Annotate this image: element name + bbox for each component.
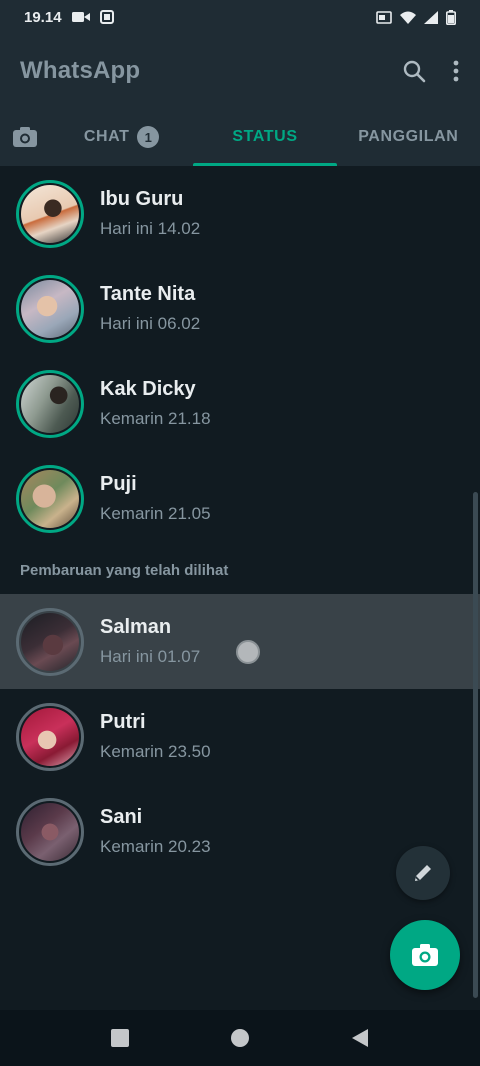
text-status-button[interactable] [396,846,450,900]
cast-icon [376,10,392,24]
battery-icon [446,9,456,25]
status-time: Hari ini 14.02 [100,219,201,238]
wifi-icon [400,11,416,24]
seen-status-ring [16,607,84,676]
avatar [21,184,79,243]
tab-calls[interactable]: PANGGILAN [337,108,480,166]
avatar [21,802,79,861]
status-row-putri[interactable]: Putri Kemarin 23.50 [0,689,480,784]
camera-icon [412,944,438,966]
app-title: WhatsApp [20,57,141,84]
status-row-ibu-guru[interactable]: Ibu Guru Hari ini 14.02 [0,166,480,261]
tab-bar: CHAT 1 STATUS PANGGILAN [0,108,480,166]
status-time: Kemarin 21.05 [100,504,211,523]
recent-apps-icon[interactable] [110,1028,130,1048]
unseen-status-ring [16,464,84,533]
seen-status-ring [16,702,84,771]
home-icon[interactable] [230,1028,250,1048]
status-time: Hari ini 01.07 [100,647,201,666]
clock: 19.14 [24,8,62,26]
status-row-puji[interactable]: Puji Kemarin 21.05 [0,451,480,546]
avatar [21,469,79,528]
viewed-updates-header: Pembaruan yang telah dilihat [20,561,229,579]
system-status-bar: 19.14 [0,0,480,34]
scrollbar[interactable] [473,492,478,998]
avatar [21,612,79,671]
contact-name: Putri [100,711,146,733]
status-time: Hari ini 06.02 [100,314,201,333]
tab-status-label: STATUS [232,128,298,145]
tab-chat[interactable]: CHAT 1 [50,108,193,166]
system-navigation-bar [0,1010,480,1066]
status-time: Kemarin 23.50 [100,742,211,761]
status-row-kak-dicky[interactable]: Kak Dicky Kemarin 21.18 [0,356,480,451]
pencil-icon [415,865,431,881]
touch-indicator [236,640,260,664]
signal-icon [424,10,438,24]
avatar [21,374,79,433]
back-icon[interactable] [350,1028,370,1048]
status-list: Ibu Guru Hari ini 14.02 Tante Nita Hari … [0,166,480,879]
tab-status[interactable]: STATUS [193,108,337,166]
tab-chat-label: CHAT [83,128,130,145]
unread-badge: 1 [137,126,160,148]
status-time: Kemarin 21.18 [100,409,211,428]
contact-name: Tante Nita [100,283,196,305]
status-row-tante-nita[interactable]: Tante Nita Hari ini 06.02 [0,261,480,356]
contact-name: Kak Dicky [100,378,196,400]
more-options-icon[interactable] [452,59,460,83]
seen-status-ring [16,797,84,866]
unseen-status-ring [16,369,84,438]
contact-name: Puji [100,473,137,495]
status-time: Kemarin 20.23 [100,837,211,856]
contact-name: Ibu Guru [100,188,184,210]
tab-camera[interactable] [0,108,50,166]
contact-name: Sani [100,806,143,828]
search-icon[interactable] [402,59,426,83]
screenshot-icon [99,10,114,24]
avatar [21,707,79,766]
unseen-status-ring [16,274,84,343]
contact-name: Salman [100,616,172,638]
unseen-status-ring [16,179,84,248]
camera-icon [13,127,37,147]
video-camera-icon [71,12,90,22]
app-bar: WhatsApp [0,34,480,108]
tab-calls-label: PANGGILAN [358,128,459,145]
camera-status-button[interactable] [390,920,460,990]
avatar [21,279,79,338]
